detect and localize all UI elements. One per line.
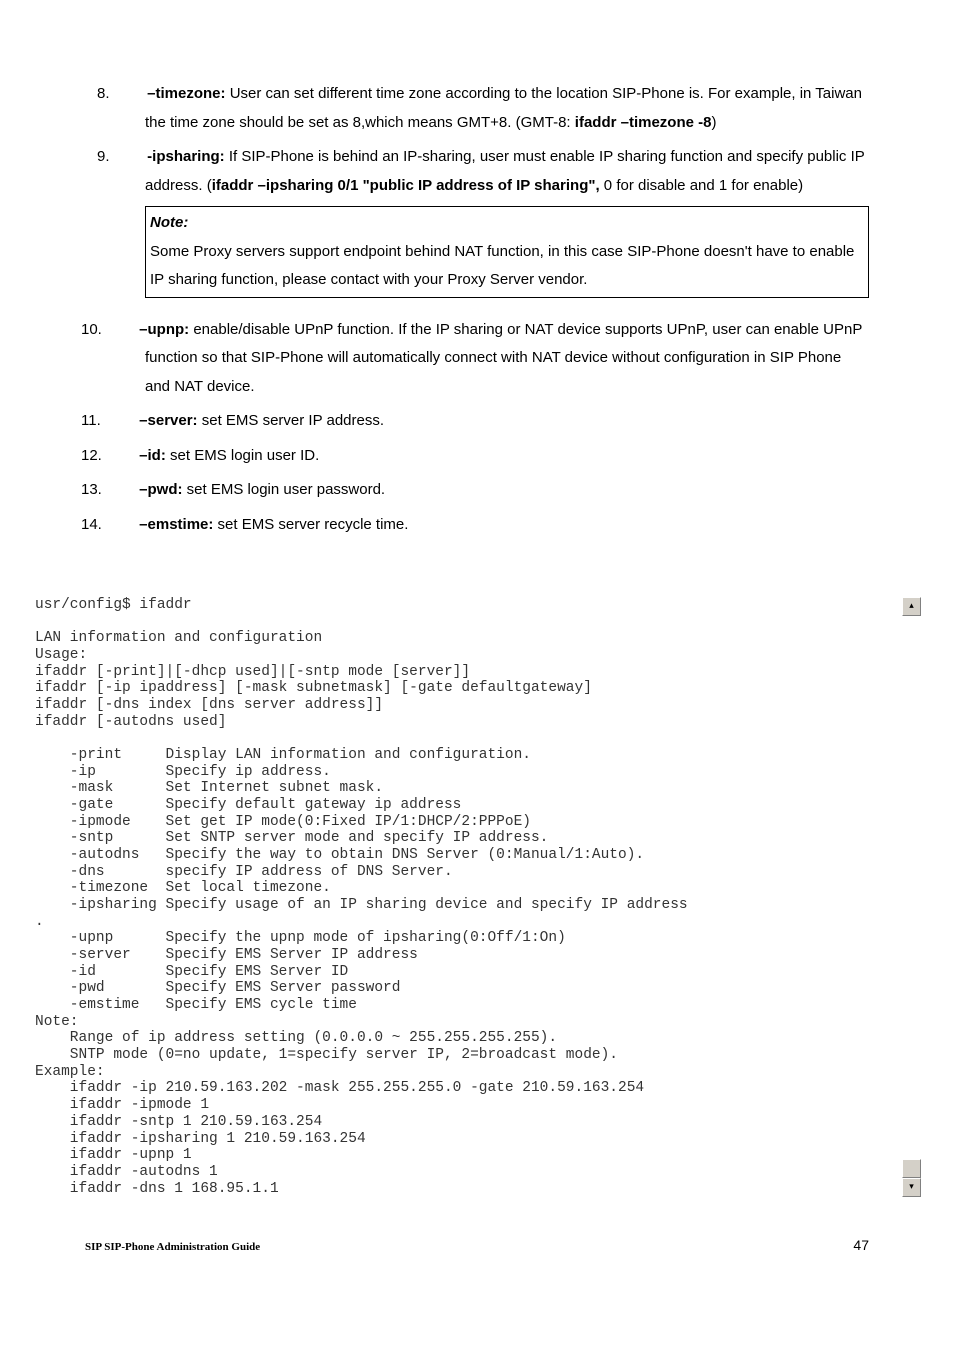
list-item-9: 9. -ipsharing: If SIP-Phone is behind an… (85, 143, 869, 200)
scroll-up-icon[interactable]: ▴ (902, 597, 921, 616)
option-cmd: ifaddr –timezone -8 (575, 114, 712, 131)
scrollbar[interactable]: ▴ ▾ (902, 597, 919, 1197)
option-cmd: ifaddr –ipsharing 0/1 "public IP address… (212, 177, 600, 194)
page-content: 8. –timezone: User can set different tim… (0, 0, 954, 585)
list-number: 12. (113, 442, 135, 471)
option-desc: User can set different time zone accordi… (145, 85, 862, 131)
option-desc: set EMS server recycle time. (213, 516, 408, 533)
scroll-thumb[interactable] (902, 1159, 921, 1178)
list-number: 9. (121, 143, 143, 172)
footer-title: SIP SIP-Phone Administration Guide (85, 1241, 260, 1253)
list-item-14: 14. –emstime: set EMS server recycle tim… (85, 511, 869, 540)
option-name: –server: (139, 412, 197, 429)
option-desc: enable/disable UPnP function. If the IP … (145, 321, 862, 395)
option-name: –upnp: (139, 321, 189, 338)
option-name: –emstime: (139, 516, 213, 533)
list-item-8: 8. –timezone: User can set different tim… (85, 80, 869, 137)
list-number: 14. (113, 511, 135, 540)
page-footer: SIP SIP-Phone Administration Guide 47 (0, 1237, 954, 1283)
text: ) (711, 114, 716, 131)
option-desc: set EMS login user password. (183, 481, 386, 498)
scroll-down-icon[interactable]: ▾ (902, 1178, 921, 1197)
option-desc: set EMS server IP address. (198, 412, 384, 429)
note-title: Note: (150, 209, 864, 238)
note-body: Some Proxy servers support endpoint behi… (150, 238, 864, 295)
list-item-10: 10. –upnp: enable/disable UPnP function.… (85, 316, 869, 402)
page-number: 47 (853, 1237, 869, 1253)
list-number: 8. (121, 80, 143, 109)
text: 0 for disable and 1 for enable) (600, 177, 803, 194)
option-desc: set EMS login user ID. (166, 447, 319, 464)
list-number: 11. (113, 407, 135, 436)
terminal-output: usr/config$ ifaddr LAN information and c… (35, 597, 919, 1197)
option-name: –timezone: (147, 85, 225, 102)
list-item-12: 12. –id: set EMS login user ID. (85, 442, 869, 471)
list-number: 13. (113, 476, 135, 505)
option-name: –id: (139, 447, 166, 464)
list-item-13: 13. –pwd: set EMS login user password. (85, 476, 869, 505)
option-name: -ipsharing: (147, 148, 225, 165)
terminal-container: usr/config$ ifaddr LAN information and c… (35, 597, 919, 1197)
list-number: 10. (113, 316, 135, 345)
list-item-11: 11. –server: set EMS server IP address. (85, 407, 869, 436)
note-box: Note: Some Proxy servers support endpoin… (145, 206, 869, 298)
option-name: –pwd: (139, 481, 182, 498)
